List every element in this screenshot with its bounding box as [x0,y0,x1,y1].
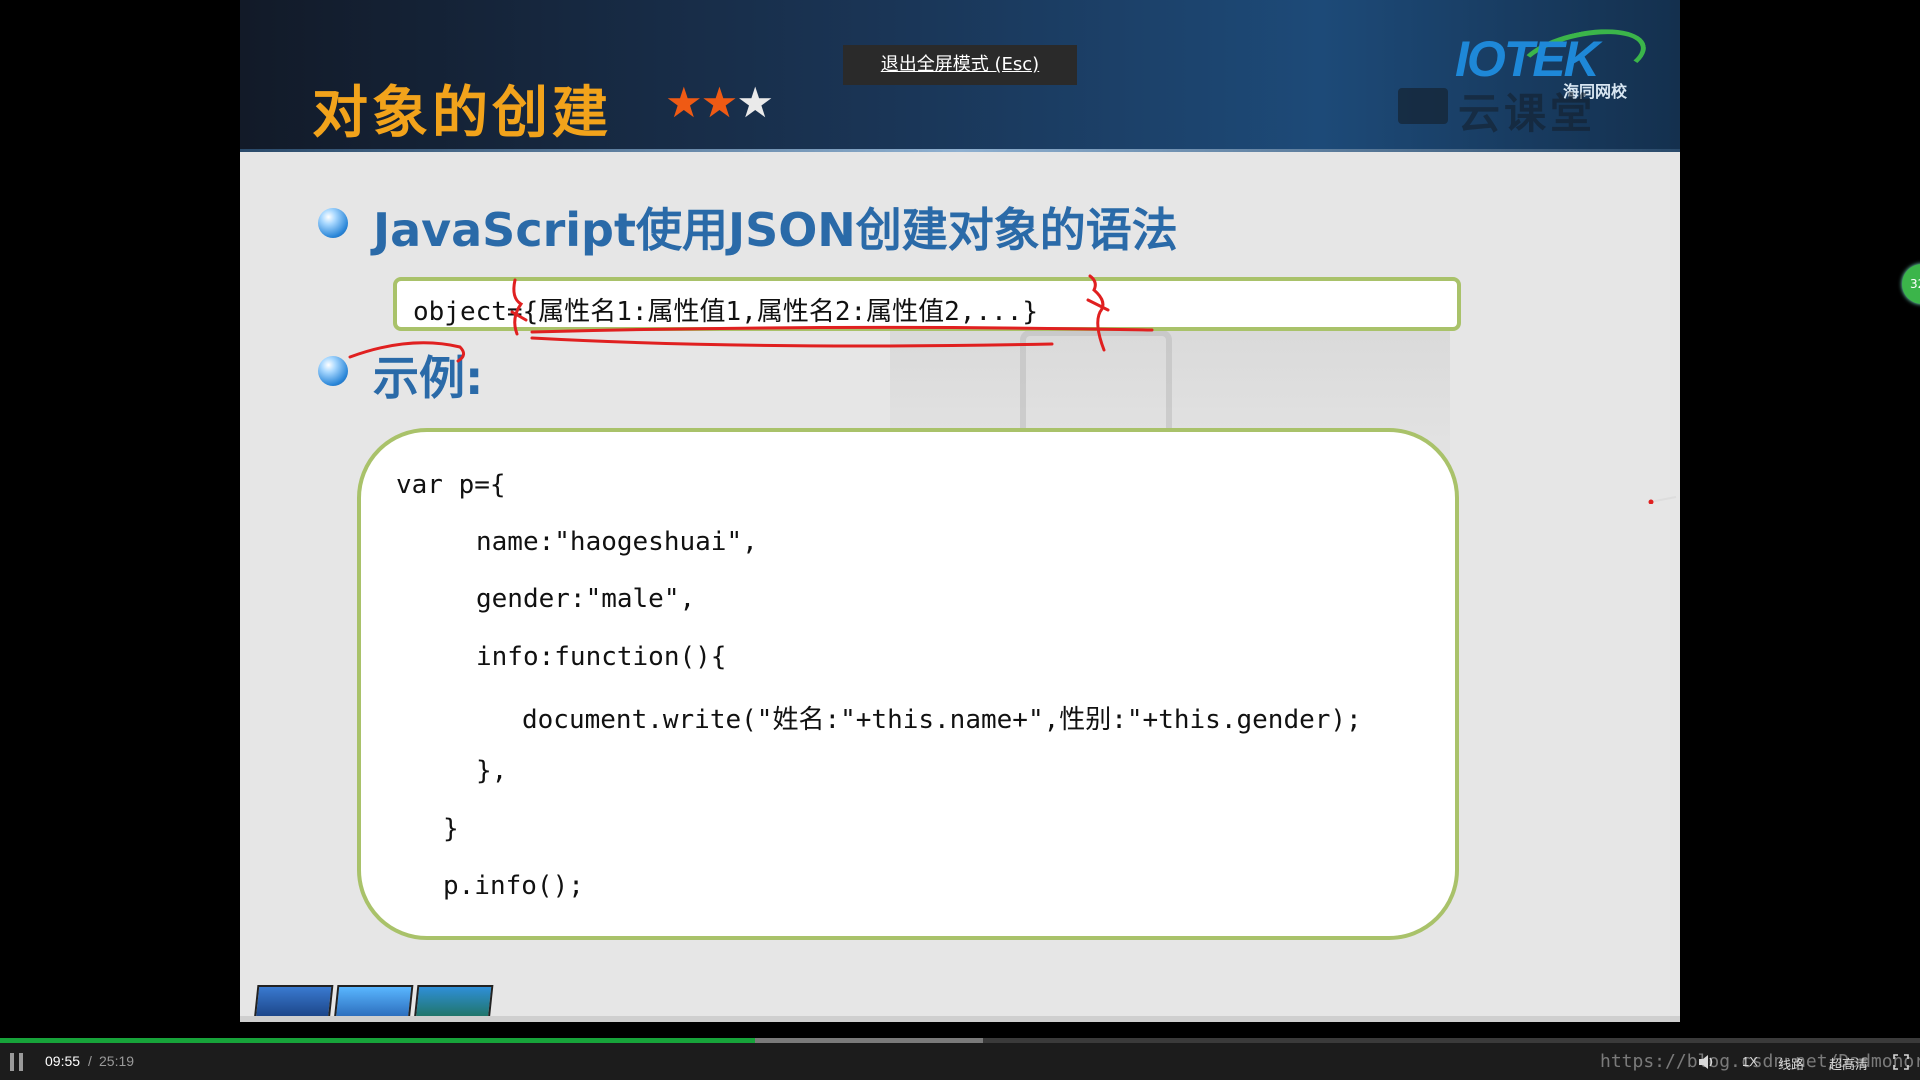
exit-fullscreen-button[interactable]: 退出全屏模式 (Esc) [843,45,1077,85]
playback-speed-button[interactable]: 1X [1742,1054,1758,1069]
presentation-slide: 对象的创建 ★★★ IOTEK 海同网校 云课堂 JavaScript使用JSO… [240,0,1680,1022]
code-line: p.info(); [443,871,584,901]
code-line: var p={ [396,470,506,500]
difficulty-rating: ★★★ [665,78,774,127]
total-duration: 25:19 [99,1053,135,1069]
bullet-icon [318,356,348,386]
player-controls: 09:55 / 25:19 https://blog.csdn.net/Dadm… [0,1043,1920,1080]
volume-icon[interactable] [1698,1054,1714,1070]
star-empty-icon: ★ [736,78,774,127]
side-float-badge[interactable]: 32 [1902,264,1920,304]
pause-bar [10,1053,14,1071]
blog-watermark: https://blog.csdn.net/Dadmonor [1600,1051,1920,1072]
current-time: 09:55 [45,1053,81,1069]
time-separator: / [88,1053,92,1069]
route-button[interactable]: 线路 [1778,1054,1804,1073]
code-line: info:function(){ [476,642,727,672]
code-line: }, [476,756,508,786]
slide-title: 对象的创建 [312,81,612,146]
cloud-classroom-icon [1398,88,1448,124]
code-line: } [443,814,459,844]
cloud-watermark: 云课堂 [1458,89,1597,138]
laser-pointer-icon [1648,496,1677,504]
example-heading: 示例: [373,351,484,405]
bullet-icon [318,208,348,238]
star-filled-icon: ★★ [665,78,738,127]
code-line: document.write("姓名:"+this.name+",性别:"+th… [522,705,1362,735]
syntax-heading: JavaScript使用JSON创建对象的语法 [373,203,1178,257]
slide-footer-strip [240,1016,1680,1022]
code-line: name:"haogeshuai", [476,527,758,557]
pause-button[interactable] [10,1053,24,1071]
quality-button[interactable]: 超高清 [1829,1054,1868,1073]
pause-bar [19,1053,23,1071]
syntax-box: object={属性名1:属性值1,属性名2:属性值2,...} [393,277,1461,331]
fullscreen-icon[interactable] [1893,1054,1909,1070]
example-code-box: var p={ name:"haogeshuai", gender:"male"… [357,428,1459,940]
code-line: gender:"male", [476,584,696,614]
